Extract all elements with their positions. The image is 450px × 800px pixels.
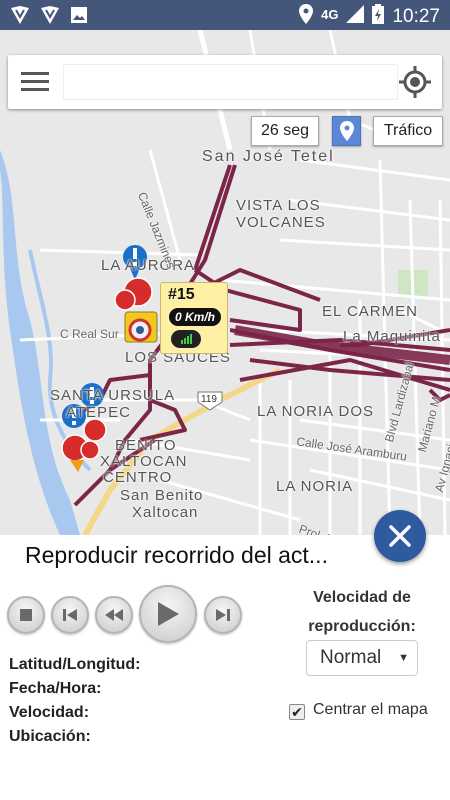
- panel-title: Reproducir recorrido del act...: [25, 542, 328, 568]
- map-label-la-maquinita: La Maquinita: [343, 328, 441, 345]
- skip-forward-icon: [216, 609, 230, 621]
- stop-icon: [20, 609, 32, 621]
- map-label-san-jose-tetel: San José Tetel: [202, 148, 335, 165]
- map-marker-icon: [339, 121, 354, 141]
- signal-icon: [346, 5, 365, 29]
- vehicle-speed-badge: 0 Km/h: [169, 308, 221, 326]
- map-label-atepec: ATEPEC: [66, 404, 131, 421]
- clock: 10:27: [392, 6, 440, 27]
- map-label-c-real-sur: C Real Sur: [60, 327, 119, 341]
- lat-lng-label: Latitud/Longitud:: [9, 656, 141, 673]
- speed-info-label: Velocidad:: [9, 704, 90, 721]
- menu-icon[interactable]: [21, 70, 49, 97]
- map-label-vista-los: VISTA LOS: [236, 197, 321, 214]
- map-label-la-aurora: LA AURORA: [101, 257, 196, 274]
- map-label-xaltocan-2: Xaltocan: [132, 504, 199, 521]
- vehicle-popup[interactable]: #15 0 Km/h: [160, 282, 228, 354]
- close-icon: [389, 525, 411, 547]
- map-label-benito: BENITO: [115, 437, 177, 454]
- map-label-santa-ursula: SANTA URSULA: [50, 387, 176, 404]
- map-label-el-carmen: EL CARMEN: [322, 303, 418, 320]
- map-label-san-benito: San Benito: [120, 487, 204, 504]
- datetime-label: Fecha/Hora:: [9, 680, 102, 697]
- map-label-volcanes: VOLCANES: [236, 214, 326, 231]
- vehicle-id: #15: [168, 286, 195, 303]
- location-icon: [299, 4, 314, 30]
- image-notification-icon: [70, 6, 88, 29]
- play-icon: [158, 602, 179, 626]
- rewind-icon: [105, 609, 123, 621]
- map-label-la-noria-dos: LA NORIA DOS: [257, 403, 375, 420]
- center-map-label[interactable]: Centrar el mapa: [313, 701, 428, 719]
- marker-toggle-button[interactable]: [332, 116, 361, 146]
- skip-forward-button[interactable]: [204, 596, 242, 634]
- my-location-icon[interactable]: [398, 65, 432, 104]
- close-button[interactable]: [374, 510, 426, 562]
- playback-panel: Reproducir recorrido del act... Latitud/…: [0, 535, 450, 800]
- map-label-route-119: 119: [201, 394, 217, 405]
- skip-back-icon: [63, 609, 77, 621]
- map-label-xaltocan: XALTOCAN: [100, 453, 188, 470]
- rewind-button[interactable]: [95, 596, 133, 634]
- traffic-button[interactable]: Tráfico: [373, 116, 443, 146]
- playback-speed-value: Normal: [320, 647, 382, 668]
- map-label-la-noria: LA NORIA: [276, 478, 354, 495]
- location-label: Ubicación:: [9, 728, 91, 745]
- search-bar: [8, 55, 442, 109]
- checkmark-icon: ✔: [291, 703, 303, 720]
- map-label-centro: CENTRO: [103, 469, 173, 486]
- skip-back-button[interactable]: [51, 596, 89, 634]
- network-type: 4G: [321, 6, 339, 22]
- playback-speed-select[interactable]: Normal ▼: [306, 640, 418, 676]
- dropdown-arrow-icon: ▼: [398, 652, 409, 664]
- shield-notification-icon-2: [40, 6, 60, 29]
- signal-strength-icon: [171, 330, 201, 348]
- refresh-interval-button[interactable]: 26 seg: [251, 116, 319, 146]
- play-button[interactable]: [139, 585, 197, 643]
- stop-marker-1[interactable]: [114, 277, 153, 311]
- status-bar: 4G 10:27: [0, 0, 450, 30]
- battery-icon: [372, 4, 385, 30]
- search-input[interactable]: [63, 64, 398, 100]
- center-map-checkbox[interactable]: ✔: [289, 704, 305, 720]
- stop-button[interactable]: [7, 596, 45, 634]
- vehicle-marker[interactable]: [124, 311, 158, 343]
- playback-speed-label: Velocidad de reproducción:: [308, 589, 416, 635]
- shield-notification-icon: [10, 6, 30, 29]
